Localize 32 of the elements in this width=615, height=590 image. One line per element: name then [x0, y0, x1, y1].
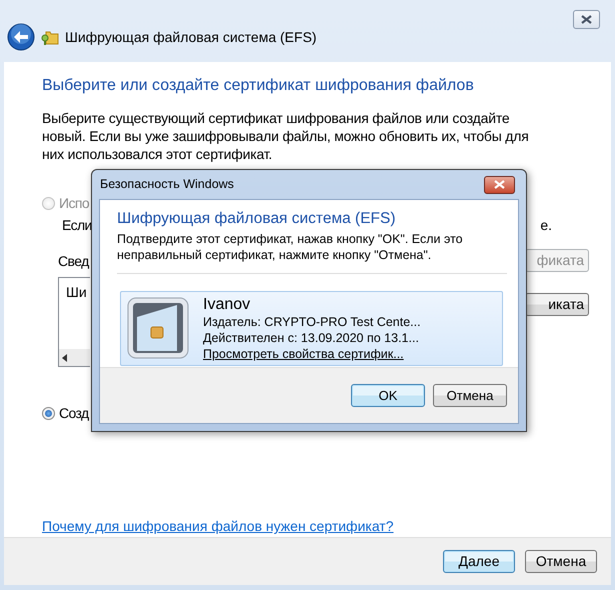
option-label: Испо	[59, 194, 90, 214]
dialog-heading: Шифрующая файловая система (EFS)	[117, 210, 397, 229]
left-arrow-icon[interactable]	[62, 354, 68, 362]
radio-button[interactable]	[42, 407, 55, 420]
dialog-title: Безопасность Windows	[100, 176, 234, 194]
intro-text: Выберите существующий сертификат шифрования файлов или создайте новый. Если вы уже зашифровывали файлы, можно обновить их, чтобы для них использовался этот сертификат.	[42, 109, 530, 164]
horizontal-scrollbar[interactable]	[59, 349, 90, 366]
certificate-validity: Действителен с: 13.09.2020 по 13.1...	[203, 330, 420, 346]
close-button[interactable]	[484, 176, 515, 194]
certificate-properties-link[interactable]: Просмотреть свойства сертифик...	[203, 346, 404, 362]
dialog-button[interactable]: Отмена	[525, 550, 597, 574]
close-icon	[581, 15, 592, 24]
certificate-card[interactable]: Ivanov Издатель: CRYPTO-PRO Test Cente... Действителен с: 13.09.2020 по 13.1... Просмотреть свойства сертифик...	[120, 290, 503, 366]
dialog-button[interactable]: Далее	[443, 550, 515, 574]
window-title: Шифрующая файловая система (EFS)	[65, 28, 317, 47]
dialog-message: Подтвердите этот сертификат, нажав кнопку "OK". Если это неправильный сертификат, нажмите кнопку "Отмена".	[117, 230, 507, 274]
page-heading: Выберите или создайте сертификат шифрования файлов	[42, 76, 475, 96]
help-link[interactable]: Почему для шифрования файлов нужен сертификат?	[42, 516, 394, 538]
option-description: Если	[62, 216, 92, 236]
certificate-button[interactable]: иката	[525, 292, 589, 316]
details-label: Свед	[58, 252, 89, 272]
certificate-card-icon	[127, 297, 189, 360]
close-button[interactable]	[573, 10, 600, 29]
folder-key-icon	[41, 29, 59, 45]
certificate-issuer: Издатель: CRYPTO-PRO Test Cente...	[203, 314, 421, 330]
option-label: Созд	[59, 404, 89, 424]
close-icon	[494, 180, 505, 189]
option-description: е.	[540, 216, 552, 236]
dialog-button[interactable]: Отмена	[433, 384, 507, 407]
dialog-button[interactable]: OK	[351, 384, 425, 407]
certificate-name: Ivanov	[203, 294, 252, 314]
back-button[interactable]	[7, 23, 35, 51]
